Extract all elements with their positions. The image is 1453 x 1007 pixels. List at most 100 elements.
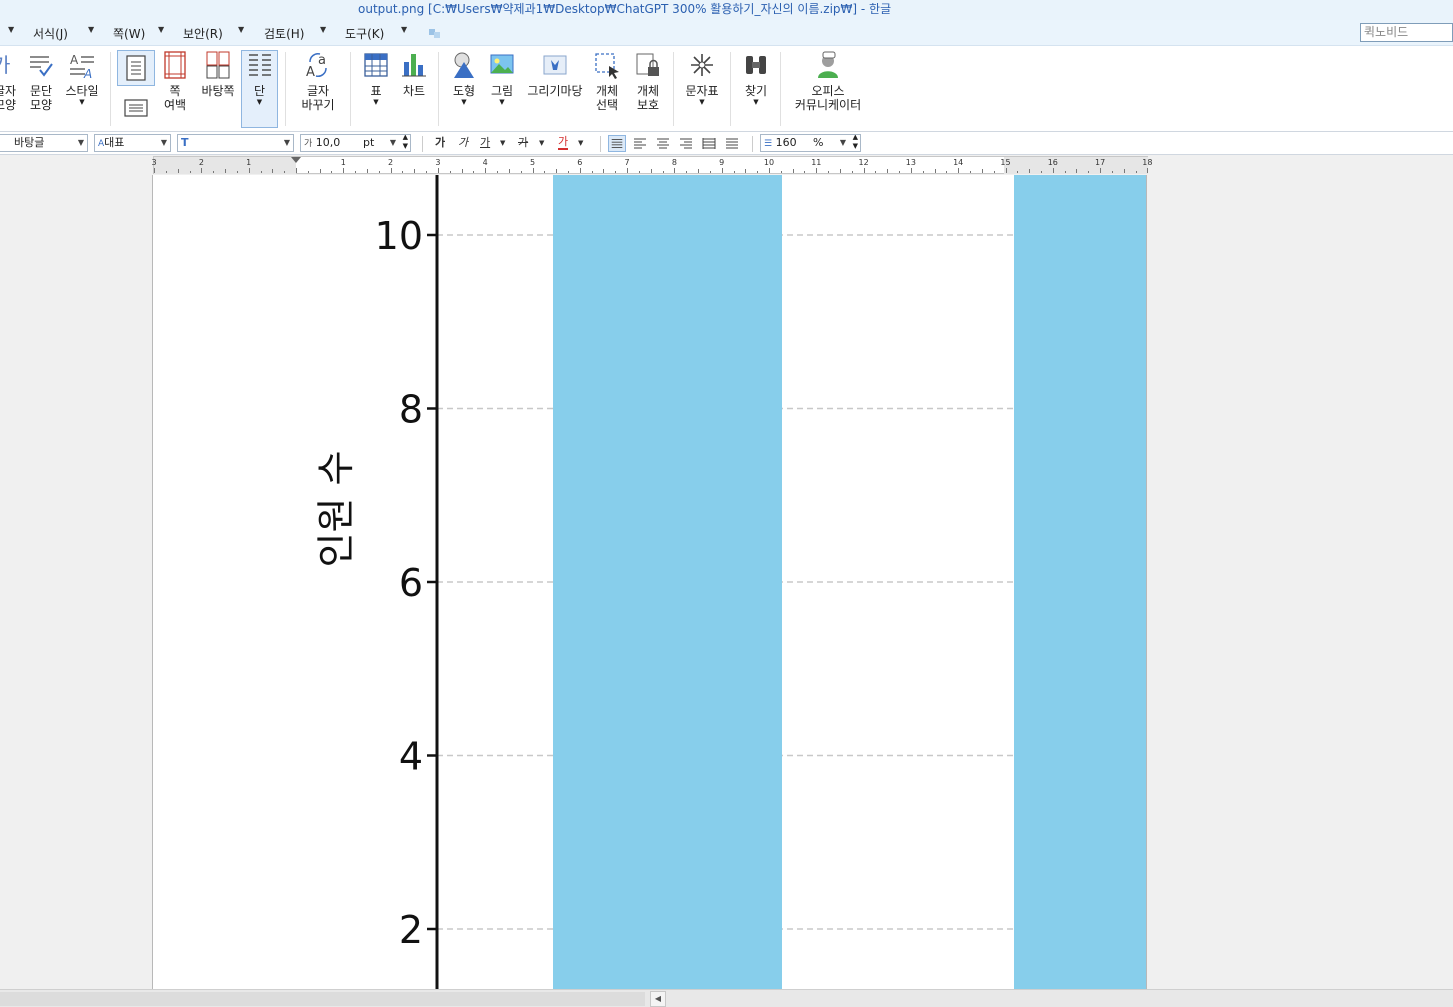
office-communicator-button[interactable]: 오피스 커뮤니케이터 bbox=[789, 50, 867, 112]
menu-security[interactable]: 보안(R) bbox=[183, 25, 223, 42]
protect-object-button[interactable]: 개체 보호 bbox=[631, 50, 665, 112]
ruler-tick bbox=[615, 171, 617, 173]
ribbon-separator bbox=[438, 52, 439, 126]
horizontal-scrollbar[interactable]: ◀ bbox=[0, 989, 1453, 1007]
language-select-value: 대표 bbox=[104, 136, 125, 149]
scroll-left-button[interactable]: ◀ bbox=[650, 991, 666, 1007]
chevron-down-icon: ▼ bbox=[79, 98, 85, 106]
chevron-down-icon[interactable]: ▼ bbox=[320, 25, 326, 34]
font-select[interactable]: T ▼ bbox=[177, 134, 294, 152]
bold-button[interactable]: 가 bbox=[435, 135, 445, 151]
align-left-icon[interactable] bbox=[631, 135, 649, 152]
spinner-icon[interactable]: ▲ ▼ bbox=[853, 135, 858, 151]
master-page-button[interactable]: 바탕쪽 bbox=[198, 50, 238, 98]
ruler-tick bbox=[1100, 168, 1102, 173]
ribbon-separator bbox=[350, 52, 351, 126]
split-align-icon[interactable] bbox=[723, 135, 741, 152]
chevron-down-icon[interactable]: ▼ bbox=[539, 135, 544, 151]
chart-button[interactable]: 차트 bbox=[398, 50, 430, 98]
chevron-down-icon: ▼ bbox=[753, 98, 759, 106]
y-tick-label: 8 bbox=[399, 388, 423, 432]
ruler-tick bbox=[213, 171, 215, 173]
column-icon bbox=[248, 54, 271, 76]
shape-button[interactable]: 도형 ▼ bbox=[449, 50, 479, 107]
ruler-tick bbox=[567, 171, 569, 173]
toolbar-separator bbox=[422, 136, 423, 152]
ruler-tick bbox=[284, 171, 286, 173]
ruler-tick bbox=[414, 169, 416, 173]
underline-button[interactable]: 가 bbox=[480, 135, 490, 151]
line-spacing-field[interactable]: ☰ 160 % ▼ ▲ ▼ bbox=[760, 134, 861, 152]
replace-char-button[interactable]: A a 글자 바꾸기 bbox=[296, 50, 340, 112]
horizontal-ruler[interactable]: 3 2 1 1 2 3 4 5 6 7 8 9 10 11 12 13 14 15 16 17 18 bbox=[152, 156, 1152, 174]
ruler-tick bbox=[1135, 171, 1137, 173]
drawing-board-button[interactable]: 그리기마당 bbox=[523, 50, 587, 98]
align-justify-icon[interactable] bbox=[608, 135, 626, 152]
page-orientation-icon[interactable] bbox=[124, 98, 148, 118]
chevron-down-icon[interactable]: ▼ bbox=[158, 25, 164, 34]
style-button[interactable]: A A 스타일 ▼ bbox=[62, 50, 102, 107]
chevron-down-icon[interactable]: ▼ bbox=[8, 25, 14, 34]
table-button[interactable]: 표 ▼ bbox=[362, 50, 390, 107]
select-object-icon bbox=[595, 53, 619, 79]
ribbon-separator bbox=[673, 52, 674, 126]
align-center-icon[interactable] bbox=[654, 135, 672, 152]
document-page[interactable]: 10 8 6 4 2 인원 수 bbox=[152, 175, 1147, 989]
find-button[interactable]: 찾기 ▼ bbox=[740, 50, 772, 107]
ruler-tick bbox=[556, 169, 558, 173]
para-shape-button[interactable]: 문단 모양 bbox=[26, 50, 56, 112]
font-type-icon: T bbox=[181, 136, 189, 149]
italic-button[interactable]: 가 bbox=[458, 135, 468, 151]
ruler-tick bbox=[165, 171, 167, 173]
select-object-button[interactable]: 개체 선택 bbox=[592, 50, 622, 112]
chart-label: 차트 bbox=[402, 84, 426, 98]
ruler-tick bbox=[177, 169, 179, 173]
ruler-number: 2 bbox=[388, 158, 394, 167]
page-margin-button[interactable]: 쪽 여백 bbox=[160, 50, 190, 112]
ruler-tick bbox=[1076, 169, 1078, 173]
font-size-field[interactable]: 가 10,0 pt ▼ ▲ ▼ bbox=[300, 134, 411, 152]
ruler-tick bbox=[709, 171, 711, 173]
para-shape-label: 문단 모양 bbox=[29, 84, 53, 112]
column-button[interactable]: 단 ▼ bbox=[243, 50, 276, 107]
style-select[interactable]: 바탕글 ▼ bbox=[0, 134, 88, 152]
chevron-down-icon: ▼ bbox=[256, 98, 263, 106]
page-setup-icon[interactable] bbox=[125, 55, 147, 81]
char-shape-button[interactable]: 가 글자 모양 bbox=[0, 50, 18, 112]
align-right-icon[interactable] bbox=[677, 135, 695, 152]
chevron-down-icon[interactable]: ▼ bbox=[578, 135, 583, 151]
chevron-down-icon[interactable]: ▼ bbox=[238, 25, 244, 34]
menu-format[interactable]: 서식(J) bbox=[33, 25, 68, 42]
menu-tools[interactable]: 도구(K) bbox=[345, 25, 384, 42]
chevron-down-icon[interactable]: ▼ bbox=[88, 25, 94, 34]
chevron-down-icon[interactable]: ▼ bbox=[500, 135, 505, 151]
menu-page[interactable]: 쪽(W) bbox=[113, 25, 145, 42]
bar-2 bbox=[1014, 175, 1146, 989]
y-axis-label: 인원 수 bbox=[314, 451, 358, 568]
ruler-tick bbox=[331, 171, 333, 173]
puzzle-icon[interactable] bbox=[427, 26, 443, 40]
binoculars-icon bbox=[746, 56, 766, 74]
indent-marker[interactable] bbox=[291, 157, 301, 163]
ruler-tick bbox=[449, 171, 451, 173]
svg-text:a: a bbox=[318, 53, 326, 68]
language-select[interactable]: A대표 ▼ bbox=[94, 134, 171, 152]
strikethrough-button[interactable]: 가 bbox=[518, 135, 528, 151]
distribute-icon[interactable] bbox=[700, 135, 718, 152]
page-margin-icon bbox=[164, 51, 186, 79]
quick-input[interactable]: 퀵노비드 bbox=[1360, 23, 1453, 42]
symbol-button[interactable]: 문자표 ▼ bbox=[682, 50, 722, 107]
title-bar: output.png [C:₩Users₩약제과1₩Desktop₩ChatGP… bbox=[0, 0, 1453, 20]
menu-review[interactable]: 검토(H) bbox=[264, 25, 304, 42]
table-icon bbox=[364, 53, 388, 77]
scrollbar-track[interactable] bbox=[0, 992, 645, 1006]
picture-button[interactable]: 그림 ▼ bbox=[487, 50, 517, 107]
chevron-down-icon[interactable]: ▼ bbox=[401, 25, 407, 34]
spinner-icon[interactable]: ▲ ▼ bbox=[403, 135, 408, 151]
ruler-tick bbox=[544, 171, 546, 173]
ruler-tick bbox=[780, 171, 782, 173]
line-spacing-unit: % bbox=[813, 136, 824, 149]
symbol-label: 문자표 bbox=[685, 84, 719, 98]
font-color-button[interactable]: 가 bbox=[558, 135, 569, 150]
y-tick-label: 4 bbox=[399, 735, 423, 779]
